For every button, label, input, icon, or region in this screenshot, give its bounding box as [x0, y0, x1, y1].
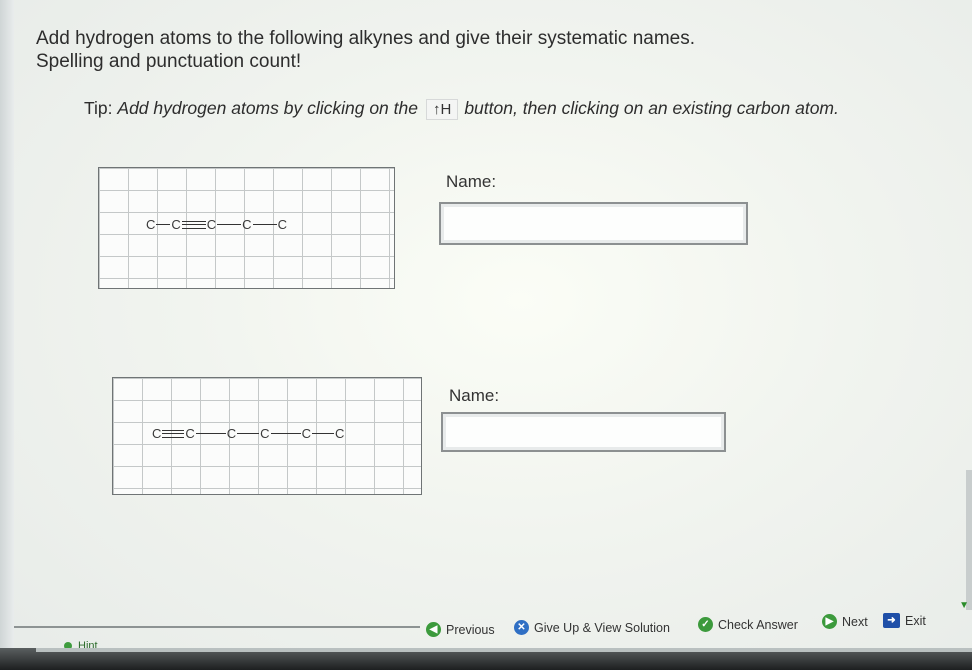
check-answer-button[interactable]: ✓ Check Answer — [698, 617, 798, 632]
tip-text-2: button, then clicking on an existing car… — [464, 98, 839, 118]
triple-bond — [162, 428, 185, 440]
carbon-atom[interactable]: C — [259, 426, 270, 441]
name-input-2[interactable] — [441, 412, 726, 452]
single-bond — [195, 428, 226, 440]
carbon-atom[interactable]: C — [206, 217, 217, 232]
triple-bond — [181, 219, 206, 231]
instructions-line2: Spelling and punctuation count! — [36, 51, 302, 72]
add-hydrogen-button-ref[interactable]: ↑H — [425, 99, 459, 120]
carbon-atom[interactable]: C — [145, 217, 156, 232]
check-icon: ✓ — [698, 617, 713, 632]
give-up-label: Give Up & View Solution — [534, 620, 670, 635]
name-label-2: Name: — [449, 386, 500, 405]
name-input-1[interactable] — [439, 202, 748, 245]
arrow-right-icon: ▶ — [822, 614, 837, 629]
scrollbar[interactable] — [966, 470, 972, 610]
monitor-bezel-left — [0, 0, 14, 670]
tip: Tip: Add hydrogen atoms by clicking on t… — [84, 98, 839, 120]
previous-button[interactable]: ◀ Previous — [426, 622, 495, 637]
carbon-atom[interactable]: C — [184, 426, 195, 441]
carbon-atom[interactable]: C — [170, 217, 181, 232]
arrow-left-icon: ◀ — [426, 622, 441, 637]
monitor-bezel-bottom — [0, 648, 972, 670]
next-label: Next — [842, 614, 868, 629]
screen: Add hydrogen atoms to the following alky… — [0, 0, 972, 670]
single-bond — [156, 219, 171, 231]
tip-prefix: Tip: — [84, 98, 118, 118]
structure-1: C C C C C — [145, 217, 288, 232]
single-bond — [252, 219, 277, 231]
exit-icon: ➜ — [883, 613, 900, 628]
footer-divider — [14, 626, 420, 628]
carbon-atom[interactable]: C — [277, 217, 288, 232]
check-answer-label: Check Answer — [718, 617, 798, 632]
molecule-canvas-2[interactable]: C C C C C C — [112, 377, 422, 495]
carbon-atom[interactable]: C — [334, 426, 345, 441]
carbon-atom[interactable]: C — [241, 217, 252, 232]
carbon-atom[interactable]: C — [301, 426, 312, 441]
name-label-1: Name: — [446, 172, 497, 191]
carbon-atom[interactable]: C — [226, 426, 237, 441]
tip-text-1: Add hydrogen atoms by clicking on the — [117, 98, 418, 118]
single-bond — [237, 428, 260, 440]
single-bond — [270, 428, 301, 440]
structure-2: C C C C C C — [151, 426, 345, 441]
single-bond — [311, 428, 334, 440]
next-button[interactable]: ▶ Next — [822, 614, 868, 629]
close-circle-icon: ✕ — [514, 620, 529, 635]
give-up-button[interactable]: ✕ Give Up & View Solution — [514, 620, 670, 635]
scroll-down-icon[interactable]: ▼ — [959, 600, 969, 611]
carbon-atom[interactable]: C — [151, 426, 162, 441]
instructions-line1: Add hydrogen atoms to the following alky… — [36, 28, 696, 49]
exit-label: Exit — [905, 613, 926, 628]
molecule-canvas-1[interactable]: C C C C C — [98, 167, 395, 289]
previous-label: Previous — [446, 622, 495, 637]
exit-button[interactable]: ➜ Exit — [883, 613, 926, 628]
instructions: Add hydrogen atoms to the following alky… — [36, 27, 695, 73]
single-bond — [217, 219, 242, 231]
